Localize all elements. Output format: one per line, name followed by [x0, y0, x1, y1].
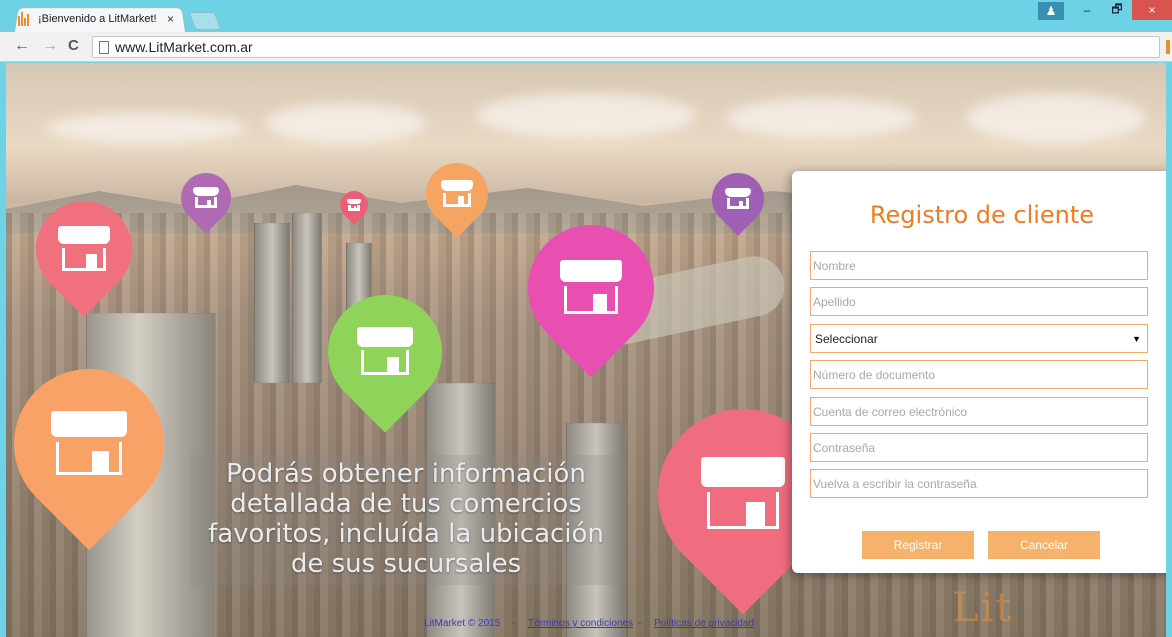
litmarket-favicon-icon	[18, 12, 32, 26]
registration-panel: Registro de cliente Seleccionar ▼ Regist…	[792, 171, 1166, 573]
browser-titlebar: ¡Bienvenido a LitMarket! × ♟ – 🗗 ×	[0, 0, 1172, 33]
document-number-input[interactable]	[810, 360, 1148, 389]
cloud	[966, 93, 1146, 143]
browser-menu-icon[interactable]	[1166, 40, 1170, 54]
url-text[interactable]: www.LitMarket.com.ar	[115, 39, 253, 55]
apellido-input[interactable]	[810, 287, 1148, 316]
forward-arrow-icon[interactable]: →	[42, 37, 58, 55]
terms-link[interactable]: Términos y condiciones	[528, 618, 633, 629]
user-profile-icon[interactable]: ♟	[1038, 2, 1064, 20]
copyright-text: LitMarket © 2015	[424, 618, 501, 629]
form-title: Registro de cliente	[869, 201, 1095, 229]
cloud	[46, 113, 246, 143]
reload-icon[interactable]: C	[68, 37, 79, 54]
browser-tab-content[interactable]: ¡Bienvenido a LitMarket!	[18, 10, 178, 28]
back-arrow-icon[interactable]: ←	[14, 37, 30, 55]
footer: LitMarket © 2015 - Términos y condicione…	[6, 614, 1166, 634]
restore-button[interactable]: 🗗	[1102, 0, 1132, 20]
document-type-value: Seleccionar	[815, 331, 878, 346]
nombre-input[interactable]	[810, 251, 1148, 280]
tab-title: ¡Bienvenido a LitMarket!	[38, 13, 157, 25]
footer-separator: -	[512, 618, 516, 629]
page-icon	[99, 40, 109, 54]
close-window-button[interactable]: ×	[1132, 0, 1172, 20]
password-repeat-input[interactable]	[810, 469, 1148, 498]
window-controls: ♟ – 🗗 ×	[1038, 0, 1172, 22]
privacy-link[interactable]: Políticas de privacidad	[654, 618, 754, 629]
register-button[interactable]: Registrar	[862, 531, 974, 559]
dropdown-arrow-icon: ▼	[1132, 333, 1141, 344]
page-background: Podrás obtener información detallada de …	[6, 63, 1166, 637]
cloud	[476, 93, 696, 138]
tab-close-icon[interactable]: ×	[167, 12, 174, 26]
building	[254, 223, 290, 383]
footer-separator: -	[638, 618, 642, 629]
building	[292, 213, 322, 383]
minimize-button[interactable]: –	[1072, 0, 1102, 20]
document-type-select[interactable]: Seleccionar ▼	[810, 324, 1148, 353]
email-input[interactable]	[810, 397, 1148, 426]
promo-text: Podrás obtener información detallada de …	[190, 455, 622, 585]
cloud	[266, 103, 426, 143]
cancel-button[interactable]: Cancelar	[988, 531, 1100, 559]
password-input[interactable]	[810, 433, 1148, 462]
address-bar[interactable]: www.LitMarket.com.ar	[92, 36, 1160, 58]
browser-toolbar: ← → C www.LitMarket.com.ar	[0, 32, 1172, 62]
cloud	[726, 98, 916, 138]
new-tab-button[interactable]	[188, 12, 222, 30]
